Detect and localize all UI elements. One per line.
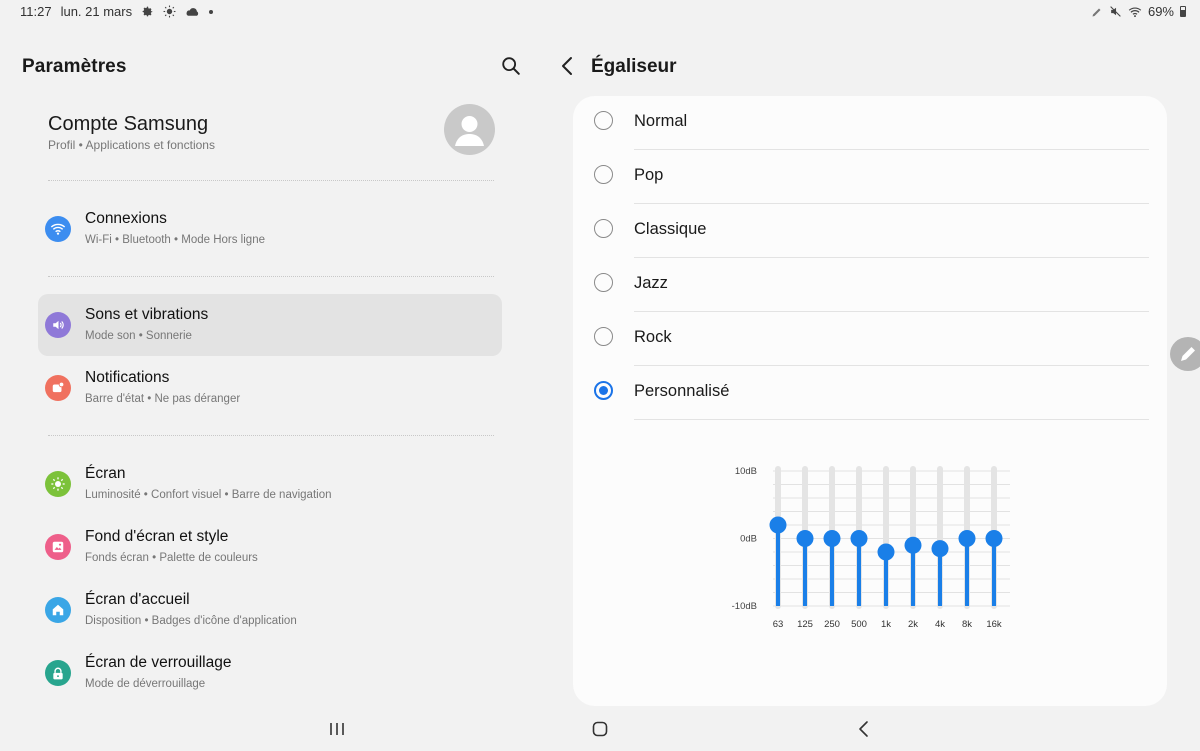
item-title: Écran d'accueil xyxy=(85,591,190,608)
recent-apps-icon xyxy=(330,723,344,735)
slider-knob[interactable] xyxy=(769,516,787,534)
item-title: Connexions xyxy=(85,210,167,227)
slider-knob[interactable] xyxy=(931,540,949,558)
y-axis-label: 0dB xyxy=(740,534,757,545)
avatar[interactable] xyxy=(444,104,495,155)
account-name: Compte Samsung xyxy=(48,113,209,135)
edit-handle-button[interactable] xyxy=(1170,337,1200,371)
settings-item-fond-ecran[interactable]: Fond d'écran et style Fonds écran • Pale… xyxy=(38,516,502,578)
wifi-icon xyxy=(1128,6,1142,17)
back-icon xyxy=(859,721,868,737)
battery-icon xyxy=(1180,6,1186,17)
settings-item-ecran[interactable]: Écran Luminosité • Confort visuel • Barr… xyxy=(38,453,502,515)
band-label: 2k xyxy=(908,619,918,630)
y-axis-label: 10dB xyxy=(735,466,757,477)
item-title: Écran xyxy=(85,465,126,482)
date: lun. 21 mars xyxy=(60,4,133,19)
wifi-icon xyxy=(45,216,71,242)
band-label: 125 xyxy=(797,619,813,630)
gear-icon xyxy=(142,6,153,17)
settings-item-sons[interactable]: Sons et vibrations Mode son • Sonnerie xyxy=(38,294,502,356)
home-button[interactable] xyxy=(591,720,609,743)
y-axis-label: -10dB xyxy=(732,601,757,612)
item-title: Écran de verrouillage xyxy=(85,654,232,671)
settings-item-verrouillage[interactable]: Écran de verrouillage Mode de déverrouil… xyxy=(38,642,502,704)
battery-level: 69% xyxy=(1147,4,1174,19)
search-button[interactable] xyxy=(500,55,522,77)
slider-knob[interactable] xyxy=(904,536,922,554)
notification-icon xyxy=(45,375,71,401)
page-title: Paramètres xyxy=(22,56,127,77)
band-label: 1k xyxy=(881,619,891,630)
band-label: 8k xyxy=(962,619,972,630)
chevron-left-icon xyxy=(562,57,572,75)
divider xyxy=(48,180,494,181)
recent-apps-button[interactable] xyxy=(328,720,346,743)
search-icon xyxy=(502,57,520,75)
item-subtitle: Disposition • Badges d'icône d'applicati… xyxy=(85,615,297,627)
settings-item-ecran-accueil[interactable]: Écran d'accueil Disposition • Badges d'i… xyxy=(38,579,502,641)
dot-icon xyxy=(209,9,214,14)
band-label: 63 xyxy=(773,619,784,630)
settings-item-connexions[interactable]: Connexions Wi-Fi • Bluetooth • Mode Hors… xyxy=(38,198,502,260)
band-label: 16k xyxy=(986,619,1002,630)
settings-item-notifications[interactable]: Notifications Barre d'état • Ne pas déra… xyxy=(38,357,502,419)
home-icon xyxy=(45,597,71,623)
slider-knob[interactable] xyxy=(958,530,976,547)
home-button-icon xyxy=(592,721,608,737)
back-nav-button[interactable] xyxy=(855,720,873,743)
band-label: 500 xyxy=(851,619,867,630)
divider xyxy=(48,276,494,277)
item-subtitle: Luminosité • Confort visuel • Barre de n… xyxy=(85,489,332,501)
slider-knob[interactable] xyxy=(796,530,814,547)
account-subtitle: Profil • Applications et fonctions xyxy=(48,138,215,152)
item-subtitle: Mode son • Sonnerie xyxy=(85,330,192,342)
speaker-icon xyxy=(45,312,71,338)
equalizer-graph: 10dB 0dB -10dB 63 125 250 500 1k 2k 4k 8k 16k xyxy=(732,466,1010,630)
sun-icon xyxy=(163,5,176,18)
item-subtitle: Wi-Fi • Bluetooth • Mode Hors ligne xyxy=(85,234,265,246)
brightness-icon xyxy=(45,471,71,497)
status-left: 11:27 lun. 21 mars xyxy=(20,4,214,19)
cloud-icon xyxy=(186,7,199,16)
pencil-icon xyxy=(1181,347,1195,361)
samsung-account[interactable]: Compte Samsung Profil • Applications et … xyxy=(48,104,498,166)
item-title: Fond d'écran et style xyxy=(85,528,229,545)
item-subtitle: Fonds écran • Palette de couleurs xyxy=(85,552,258,564)
pen-icon xyxy=(1092,8,1101,16)
lock-icon xyxy=(45,660,71,686)
clock: 11:27 xyxy=(20,4,52,19)
back-button[interactable] xyxy=(558,55,578,77)
equalizer-card: Normal Pop Classique Jazz Rock Personnal… xyxy=(573,96,1167,706)
person-icon xyxy=(455,116,484,146)
slider-knob[interactable] xyxy=(877,543,895,561)
item-title: Sons et vibrations xyxy=(85,306,209,323)
item-subtitle: Barre d'état • Ne pas déranger xyxy=(85,393,241,405)
band-label: 4k xyxy=(935,619,945,630)
slider-knob[interactable] xyxy=(823,530,841,547)
band-label: 250 xyxy=(824,619,840,630)
status-bar: 11:27 lun. 21 mars 69% xyxy=(0,0,1200,24)
item-subtitle: Mode de déverrouillage xyxy=(85,678,206,690)
slider-knob[interactable] xyxy=(985,530,1003,547)
status-right: 69% xyxy=(1091,4,1186,19)
item-title: Notifications xyxy=(85,369,170,386)
slider-knob[interactable] xyxy=(850,530,868,547)
wallpaper-icon xyxy=(45,534,71,560)
equalizer-title: Égaliseur xyxy=(591,56,677,77)
divider xyxy=(48,435,494,436)
mute-icon xyxy=(1110,6,1121,17)
